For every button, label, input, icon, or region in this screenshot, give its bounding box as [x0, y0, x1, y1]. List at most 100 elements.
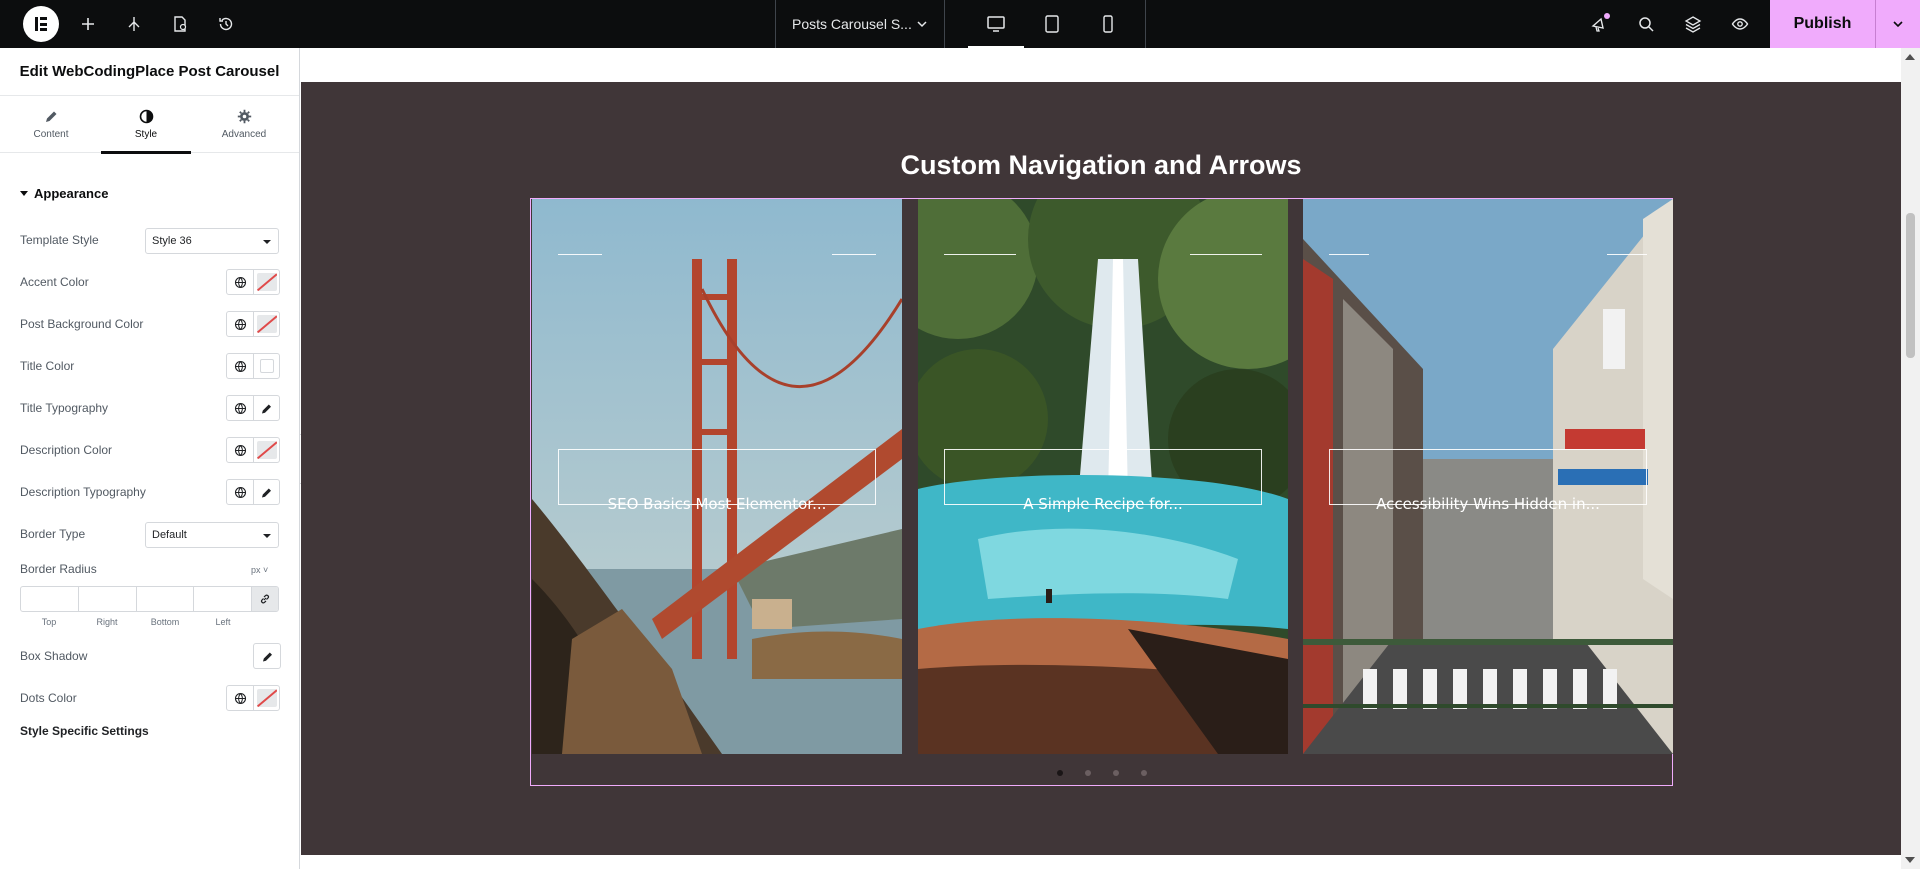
caption-rule — [1607, 254, 1647, 255]
border-radius-label: Border Radius — [20, 562, 97, 576]
post-carousel[interactable]: SEO Basics Most Elementor... A Simple Re… — [530, 198, 1673, 786]
description-typography-control — [226, 479, 280, 505]
carousel-slide[interactable]: A Simple Recipe for... — [918, 199, 1288, 754]
global-colors-button[interactable] — [227, 312, 253, 336]
globe-icon — [234, 402, 246, 414]
editor-canvas: Custom Navigation and Arrows SEO Basics … — [301, 48, 1901, 869]
description-color-picker[interactable] — [253, 438, 279, 462]
border-radius-left-input[interactable] — [194, 587, 252, 611]
border-radius-right-input[interactable] — [79, 587, 137, 611]
description-color-label: Description Color — [20, 443, 113, 457]
scroll-up-icon[interactable] — [1905, 54, 1915, 60]
document-switcher[interactable]: Posts Carousel S... — [775, 0, 945, 48]
dots-color-picker[interactable] — [253, 686, 279, 710]
post-background-color-picker[interactable] — [253, 312, 279, 336]
accent-color-control — [226, 269, 280, 295]
description-typography-edit-button[interactable] — [253, 480, 279, 504]
global-colors-button[interactable] — [227, 438, 253, 462]
mobile-view-button[interactable] — [1080, 0, 1136, 48]
desktop-icon — [987, 16, 1005, 32]
global-colors-button[interactable] — [227, 686, 253, 710]
title-typography-edit-button[interactable] — [253, 396, 279, 420]
whats-new-icon[interactable] — [1587, 12, 1611, 36]
global-fonts-button[interactable] — [227, 480, 253, 504]
white-swatch-icon — [259, 359, 274, 373]
chevron-down-icon — [1893, 21, 1903, 28]
dimension-label-left: Left — [215, 617, 231, 627]
border-radius-top-input[interactable] — [21, 587, 79, 611]
layers-icon[interactable] — [1681, 12, 1705, 36]
post-title[interactable]: SEO Basics Most Elementor... — [532, 495, 902, 513]
tab-style[interactable]: Style — [101, 96, 191, 154]
carousel-dot[interactable] — [1084, 770, 1091, 776]
post-background-color-control — [226, 311, 280, 337]
dimension-label-bottom: Bottom — [150, 617, 180, 627]
structure-icon[interactable] — [122, 12, 146, 36]
carousel-dot[interactable] — [1056, 770, 1063, 776]
box-shadow-edit-button[interactable] — [254, 644, 280, 668]
border-radius-bottom-input[interactable] — [137, 587, 195, 611]
tab-advanced[interactable]: Advanced — [199, 96, 289, 153]
history-icon[interactable] — [214, 12, 238, 36]
add-icon[interactable] — [76, 12, 100, 36]
search-icon[interactable] — [1634, 12, 1658, 36]
page-settings-icon[interactable] — [168, 12, 192, 36]
globe-icon — [234, 276, 246, 288]
border-type-value: Default — [152, 529, 187, 541]
caption-rule — [1190, 254, 1262, 255]
title-color-picker[interactable] — [253, 354, 279, 378]
box-shadow-label: Box Shadow — [20, 649, 88, 663]
canvas-scrollbar[interactable] — [1901, 48, 1920, 869]
dots-color-control — [226, 685, 280, 711]
device-switcher — [946, 0, 1146, 48]
style-specific-settings-heading[interactable]: Style Specific Settings — [20, 724, 149, 738]
link-icon — [260, 594, 270, 604]
link-values-button[interactable] — [252, 587, 278, 611]
carousel-slide[interactable]: SEO Basics Most Elementor... — [532, 199, 902, 754]
unit-value: px — [251, 565, 261, 575]
carousel-dot[interactable] — [1140, 770, 1147, 776]
border-type-select[interactable]: Default — [145, 522, 279, 548]
description-color-control — [226, 437, 280, 463]
empty-swatch-icon — [256, 441, 277, 459]
carousel-dot[interactable] — [1112, 770, 1119, 776]
tablet-view-button[interactable] — [1024, 0, 1080, 48]
globe-icon — [234, 692, 246, 704]
unit-selector[interactable]: px ˅ — [251, 565, 268, 575]
publish-button[interactable]: Publish — [1770, 0, 1876, 48]
dropdown-arrow-icon — [263, 240, 271, 244]
empty-swatch-icon — [256, 315, 277, 333]
dimension-label-top: Top — [41, 617, 57, 627]
section-appearance[interactable]: Appearance — [20, 186, 108, 201]
carousel-section[interactable]: Custom Navigation and Arrows SEO Basics … — [301, 82, 1901, 855]
editor-panel: Edit WebCodingPlace Post Carousel Conten… — [0, 48, 300, 869]
scrollbar-thumb[interactable] — [1906, 213, 1915, 358]
section-heading[interactable]: Custom Navigation and Arrows — [301, 150, 1901, 181]
carousel-slide[interactable]: Accessibility Wins Hidden in... — [1303, 199, 1673, 754]
dimension-label-right: Right — [96, 617, 118, 627]
global-fonts-button[interactable] — [227, 396, 253, 420]
accent-color-label: Accent Color — [20, 275, 89, 289]
publish-options-button[interactable] — [1876, 0, 1920, 48]
elementor-logo-icon[interactable] — [23, 6, 59, 42]
globe-icon — [234, 444, 246, 456]
caption-rule — [558, 254, 602, 255]
post-title[interactable]: Accessibility Wins Hidden in... — [1303, 495, 1673, 513]
pencil-icon — [262, 488, 271, 497]
title-typography-control — [226, 395, 280, 421]
title-color-control — [226, 353, 280, 379]
post-background-color-label: Post Background Color — [20, 317, 144, 331]
border-type-label: Border Type — [20, 527, 86, 541]
post-title[interactable]: A Simple Recipe for... — [918, 495, 1288, 513]
global-colors-button[interactable] — [227, 354, 253, 378]
accent-color-picker[interactable] — [253, 270, 279, 294]
border-radius-inputs — [20, 586, 279, 612]
global-colors-button[interactable] — [227, 270, 253, 294]
tab-content[interactable]: Content — [6, 96, 96, 153]
scroll-down-icon[interactable] — [1905, 857, 1915, 863]
template-style-select[interactable]: Style 36 — [145, 228, 279, 254]
preview-icon[interactable] — [1728, 12, 1752, 36]
desktop-view-button[interactable] — [968, 0, 1024, 48]
caption-rule — [832, 254, 876, 255]
tab-content-label: Content — [33, 129, 69, 140]
